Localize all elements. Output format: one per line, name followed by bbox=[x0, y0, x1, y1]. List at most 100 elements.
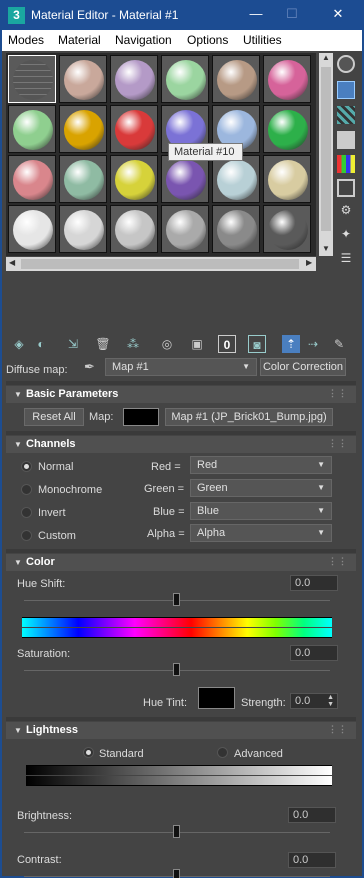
material-map-navigator-icon[interactable]: ☰ bbox=[337, 251, 355, 269]
blue-channel-dropdown[interactable]: Blue ▼ bbox=[190, 502, 332, 520]
material-slot[interactable] bbox=[8, 205, 56, 253]
material-slot[interactable] bbox=[110, 205, 158, 253]
contrast-field[interactable]: 0.0 bbox=[288, 852, 336, 868]
scroll-right-icon[interactable]: ▶ bbox=[306, 258, 312, 267]
reset-map-icon[interactable]: 🗑 bbox=[94, 335, 112, 353]
scroll-down-icon[interactable]: ▼ bbox=[322, 244, 330, 253]
menu-options[interactable]: Options bbox=[187, 33, 228, 47]
maximize-button[interactable]: ☐ bbox=[283, 6, 301, 22]
material-slot[interactable] bbox=[110, 155, 158, 203]
brightness-field[interactable]: 0.0 bbox=[288, 807, 336, 823]
radio-normal[interactable] bbox=[21, 461, 32, 472]
material-id-channel-icon[interactable]: ▣ bbox=[188, 335, 206, 353]
make-unique-icon[interactable]: ⁂ bbox=[124, 335, 142, 353]
basic-parameters-header[interactable]: ▼ Basic Parameters ⋮⋮ bbox=[6, 386, 356, 403]
color-correction-button[interactable]: Color Correction bbox=[260, 358, 346, 376]
eyedropper-icon[interactable]: ✒ bbox=[84, 359, 95, 375]
material-slot[interactable] bbox=[263, 55, 311, 103]
vertical-scrollbar[interactable]: ▲ ▼ bbox=[319, 53, 333, 256]
radio-advanced[interactable] bbox=[217, 747, 228, 758]
drag-handle-icon[interactable]: ⋮⋮ bbox=[328, 385, 348, 402]
map-color-swatch[interactable] bbox=[123, 408, 159, 426]
reset-all-button[interactable]: Reset All bbox=[24, 408, 84, 426]
hue-shift-knob[interactable] bbox=[173, 593, 180, 606]
map-name-dropdown[interactable]: Map #1 ▼ bbox=[105, 358, 257, 376]
material-slot[interactable] bbox=[263, 205, 311, 253]
material-slot[interactable] bbox=[212, 205, 260, 253]
make-preview-icon[interactable] bbox=[337, 179, 355, 197]
channels-header[interactable]: ▼ Channels ⋮⋮ bbox=[6, 436, 356, 453]
material-slot[interactable] bbox=[212, 55, 260, 103]
material-slot[interactable] bbox=[59, 55, 107, 103]
drag-handle-icon[interactable]: ⋮⋮ bbox=[328, 721, 348, 738]
material-slot[interactable] bbox=[110, 105, 158, 153]
put-to-scene-icon[interactable]: ◐ bbox=[32, 335, 50, 353]
radio-custom[interactable] bbox=[21, 530, 32, 541]
material-slot[interactable] bbox=[59, 205, 107, 253]
contrast-knob[interactable] bbox=[173, 869, 180, 878]
material-slot[interactable] bbox=[263, 105, 311, 153]
video-color-check-icon[interactable] bbox=[337, 155, 355, 173]
material-slot[interactable] bbox=[8, 155, 56, 203]
menu-material[interactable]: Material bbox=[58, 33, 101, 47]
radio-monochrome[interactable] bbox=[21, 484, 32, 495]
spinner-arrows-icon[interactable]: ▲ ▼ bbox=[327, 694, 334, 708]
radio-standard[interactable] bbox=[83, 747, 94, 758]
material-slot[interactable] bbox=[161, 55, 209, 103]
material-slot[interactable] bbox=[59, 155, 107, 203]
drag-handle-icon[interactable]: ⋮⋮ bbox=[328, 435, 348, 452]
material-slot[interactable] bbox=[212, 155, 260, 203]
saturation-knob[interactable] bbox=[173, 663, 180, 676]
hue-tint-swatch[interactable] bbox=[198, 687, 235, 709]
radio-invert[interactable] bbox=[21, 507, 32, 518]
hscroll-thumb[interactable] bbox=[21, 259, 299, 269]
red-channel-dropdown[interactable]: Red ▼ bbox=[190, 456, 332, 474]
material-slot[interactable] bbox=[8, 55, 56, 103]
map-button[interactable]: Map #1 (JP_Brick01_Bump.jpg) bbox=[165, 408, 333, 426]
show-shaded-icon[interactable]: 0 bbox=[218, 335, 236, 353]
saturation-field[interactable]: 0.0 bbox=[290, 645, 338, 661]
radio-advanced-label[interactable]: Advanced bbox=[234, 748, 283, 760]
material-slot[interactable] bbox=[110, 55, 158, 103]
alpha-channel-dropdown[interactable]: Alpha ▼ bbox=[190, 524, 332, 542]
background-icon[interactable] bbox=[337, 106, 355, 124]
go-to-parent-icon[interactable]: ⇡ bbox=[282, 335, 300, 353]
horizontal-scrollbar[interactable]: ◀ ▶ bbox=[6, 257, 316, 271]
lightness-header[interactable]: ▼ Lightness ⋮⋮ bbox=[6, 722, 356, 739]
strength-spinner[interactable]: 0.0 ▲ ▼ bbox=[290, 693, 338, 709]
put-to-library-icon[interactable]: ◎ bbox=[158, 335, 176, 353]
material-slot[interactable] bbox=[8, 105, 56, 153]
green-channel-dropdown[interactable]: Green ▼ bbox=[190, 479, 332, 497]
radio-custom-label[interactable]: Custom bbox=[38, 530, 76, 542]
color-header[interactable]: ▼ Color ⋮⋮ bbox=[6, 554, 356, 571]
material-slot[interactable] bbox=[59, 105, 107, 153]
menu-modes[interactable]: Modes bbox=[8, 33, 44, 47]
backlight-icon[interactable] bbox=[337, 81, 355, 99]
material-slot[interactable] bbox=[263, 155, 311, 203]
close-button[interactable]: ✕ bbox=[329, 6, 347, 22]
radio-invert-label[interactable]: Invert bbox=[38, 507, 66, 519]
scroll-up-icon[interactable]: ▲ bbox=[322, 53, 330, 62]
scroll-thumb[interactable] bbox=[321, 67, 331, 231]
get-material-icon[interactable]: ◈ bbox=[10, 335, 28, 353]
material-slot[interactable] bbox=[161, 155, 209, 203]
material-slot[interactable] bbox=[161, 205, 209, 253]
go-forward-sibling-icon[interactable]: ⇢ bbox=[304, 335, 322, 353]
drag-handle-icon[interactable]: ⋮⋮ bbox=[328, 553, 348, 570]
scroll-left-icon[interactable]: ◀ bbox=[9, 258, 15, 267]
menu-utilities[interactable]: Utilities bbox=[243, 33, 282, 47]
radio-normal-label[interactable]: Normal bbox=[38, 461, 73, 473]
select-by-material-icon[interactable]: ✦ bbox=[337, 227, 355, 245]
assign-to-selection-icon[interactable]: ⇲ bbox=[64, 335, 82, 353]
menu-navigation[interactable]: Navigation bbox=[115, 33, 172, 47]
minimize-button[interactable]: — bbox=[247, 6, 265, 22]
options-icon[interactable]: ⚙ bbox=[337, 203, 355, 221]
radio-monochrome-label[interactable]: Monochrome bbox=[38, 484, 102, 496]
sample-type-icon[interactable] bbox=[337, 55, 355, 73]
sample-uv-tiling-icon[interactable] bbox=[337, 131, 355, 149]
pick-material-icon[interactable]: ✎ bbox=[330, 335, 348, 353]
radio-standard-label[interactable]: Standard bbox=[99, 748, 144, 760]
show-end-result-icon[interactable]: ◙ bbox=[248, 335, 266, 353]
brightness-knob[interactable] bbox=[173, 825, 180, 838]
hue-shift-field[interactable]: 0.0 bbox=[290, 575, 338, 591]
